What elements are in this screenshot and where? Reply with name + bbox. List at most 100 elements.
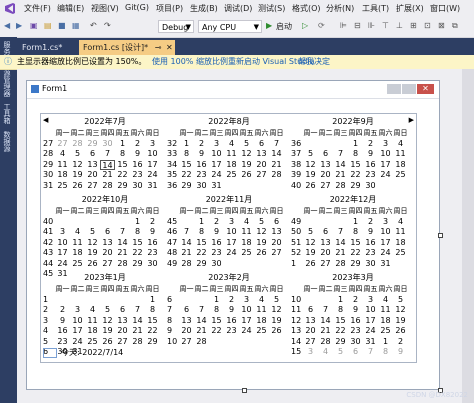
day-cell[interactable]: 16 [209,238,224,249]
day-cell[interactable]: 8 [179,149,194,160]
day-cell[interactable]: 11 [378,305,393,316]
day-cell[interactable]: 4 [393,139,408,150]
day-cell[interactable]: 24 [239,326,254,337]
day-cell[interactable]: 8 [115,149,130,160]
day-cell[interactable]: 13 [85,160,100,171]
day-cell[interactable]: 20 [85,170,100,181]
day-cell[interactable]: 26 [269,326,284,337]
day-cell[interactable] [318,217,333,228]
day-cell[interactable]: 18 [224,160,239,171]
day-cell[interactable]: 26 [303,181,318,192]
day-cell[interactable] [130,295,145,306]
day-cell[interactable]: 18 [85,326,100,337]
day-cell[interactable]: 2 [55,305,70,316]
day-cell[interactable]: 15 [194,238,209,249]
day-cell[interactable]: 6 [318,227,333,238]
day-cell[interactable]: 15 [209,316,224,327]
day-cell[interactable] [145,347,160,358]
day-cell[interactable]: 31 [363,337,378,348]
menu-extensions[interactable]: 扩展(X) [396,3,424,14]
day-cell[interactable] [303,217,318,228]
day-cell[interactable]: 1 [378,337,393,348]
day-cell[interactable]: 22 [194,248,209,259]
day-cell[interactable]: 26 [100,337,115,348]
day-cell[interactable]: 8 [333,305,348,316]
day-cell[interactable]: 5 [239,139,254,150]
day-cell[interactable]: 2 [363,217,378,228]
day-cell[interactable]: 1 [348,217,363,228]
day-cell[interactable]: 18 [55,170,70,181]
day-cell[interactable]: 3 [55,227,70,238]
day-cell[interactable]: 10 [239,305,254,316]
day-cell[interactable] [179,295,194,306]
day-cell[interactable]: 10 [378,149,393,160]
day-cell[interactable]: 27 [85,181,100,192]
menu-analyze[interactable]: 分析(N) [326,3,354,14]
day-cell[interactable]: 29 [130,259,145,270]
day-cell[interactable]: 19 [269,316,284,327]
day-cell[interactable]: 25 [85,337,100,348]
day-cell[interactable]: 3 [378,139,393,150]
day-cell[interactable]: 14 [115,238,130,249]
month-title[interactable]: 2023年1月 [43,272,167,283]
day-cell[interactable] [85,295,100,306]
day-cell[interactable]: 3 [70,305,85,316]
day-cell[interactable]: 9 [145,227,160,238]
pin-icon[interactable]: ⊸ [155,43,162,52]
day-cell[interactable] [269,259,284,270]
day-cell[interactable]: 29 [145,337,160,348]
day-cell[interactable]: 24 [378,248,393,259]
day-cell[interactable]: 19 [254,238,269,249]
day-cell[interactable]: 26 [239,170,254,181]
undo-icon[interactable]: ↶ [90,21,97,34]
day-cell[interactable]: 5 [303,227,318,238]
day-cell[interactable]: 22 [130,248,145,259]
day-cell[interactable]: 22 [348,248,363,259]
align-top-icon[interactable]: ⊤ [382,21,389,34]
day-cell[interactable]: 30 [145,259,160,270]
day-cell[interactable]: 24 [145,170,160,181]
day-cell[interactable]: 6 [348,347,363,358]
day-cell[interactable]: 15 [115,160,130,171]
day-cell[interactable]: 11 [254,305,269,316]
day-cell[interactable]: 16 [130,160,145,171]
day-cell[interactable]: 9 [224,305,239,316]
day-cell[interactable]: 13 [115,316,130,327]
day-cell[interactable]: 20 [318,248,333,259]
month-title[interactable]: 2023年3月 [291,272,415,283]
data-sources-tab[interactable]: 数据源 [2,131,12,152]
day-cell[interactable]: 23 [130,170,145,181]
day-cell[interactable]: 1 [179,139,194,150]
vertical-scrollbar[interactable] [462,69,474,403]
day-cell[interactable]: 29 [333,337,348,348]
day-cell[interactable]: 22 [209,326,224,337]
day-cell[interactable]: 2 [348,295,363,306]
day-cell[interactable]: 12 [303,160,318,171]
day-cell[interactable] [224,259,239,270]
grid-icon[interactable]: ⊡ [424,21,431,34]
day-cell[interactable] [333,139,348,150]
day-cell[interactable]: 1 [348,139,363,150]
day-cell[interactable]: 25 [70,259,85,270]
day-cell[interactable]: 25 [239,248,254,259]
day-cell[interactable]: 31 [378,259,393,270]
day-cell[interactable] [115,295,130,306]
day-cell[interactable]: 11 [393,149,408,160]
day-cell[interactable]: 21 [115,248,130,259]
day-cell[interactable]: 29 [115,181,130,192]
month-title[interactable]: 2023年2月 [167,272,291,283]
day-cell[interactable]: 16 [363,238,378,249]
redo-icon[interactable]: ↷ [104,21,111,34]
day-cell[interactable]: 17 [209,160,224,171]
day-cell[interactable]: 16 [55,326,70,337]
align-left-icon[interactable]: ⊫ [340,21,347,34]
day-cell[interactable]: 19 [303,170,318,181]
day-cell[interactable]: 23 [363,248,378,259]
back-icon[interactable]: ◀ [4,21,10,34]
day-cell[interactable] [55,217,70,228]
menu-edit[interactable]: 编辑(E) [57,3,84,14]
day-cell[interactable]: 4 [254,295,269,306]
day-cell[interactable]: 25 [55,181,70,192]
day-cell[interactable]: 9 [130,149,145,160]
menu-view[interactable]: 视图(V) [91,3,119,14]
